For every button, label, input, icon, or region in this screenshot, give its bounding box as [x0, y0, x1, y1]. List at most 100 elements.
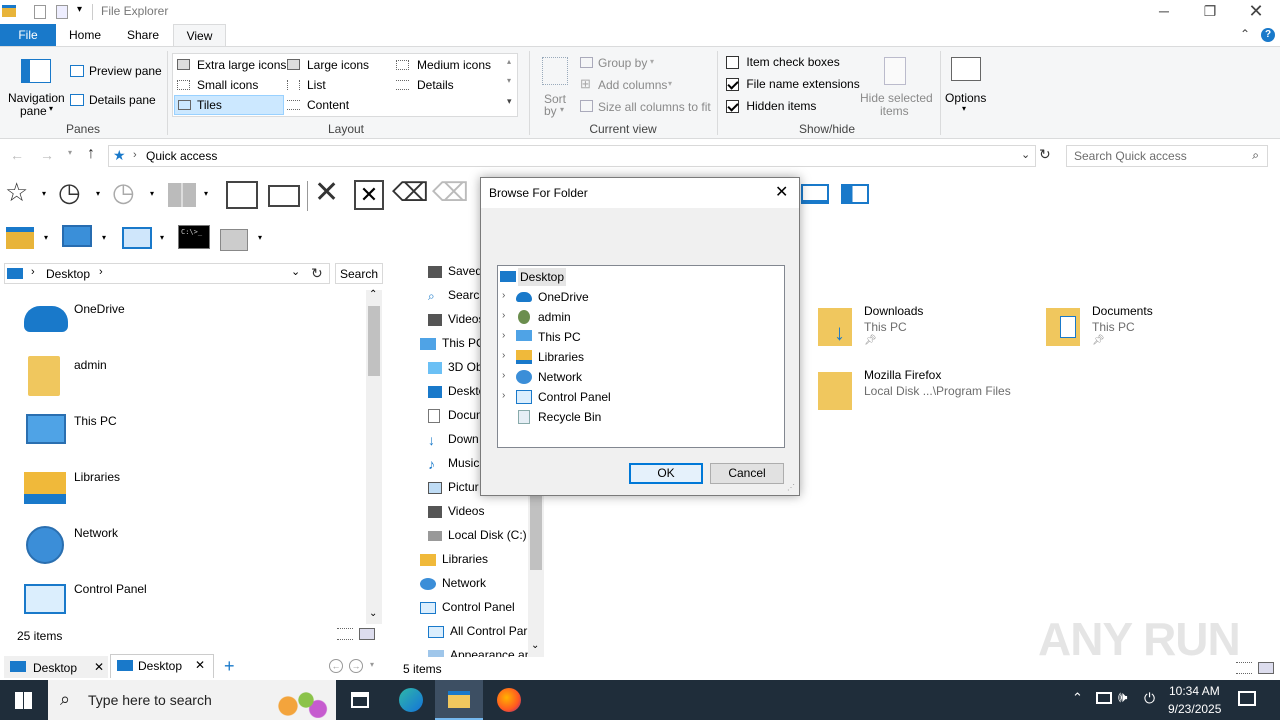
firefox-icon[interactable]	[497, 688, 521, 712]
cancel-button[interactable]: Cancel	[710, 463, 784, 484]
tree-item[interactable]: ♪ Music	[428, 456, 479, 471]
clock-icon[interactable]: ◷	[58, 177, 81, 208]
back-circle-icon[interactable]: ←	[329, 659, 343, 673]
task-view-icon[interactable]	[351, 692, 369, 708]
chevron-down-icon[interactable]: ▾	[258, 233, 262, 242]
computer-icon[interactable]	[62, 225, 92, 247]
tab-file[interactable]: File	[0, 24, 56, 46]
tree-item[interactable]: Network	[420, 576, 486, 590]
tree-node[interactable]: Recycle Bin	[498, 407, 784, 427]
list-item[interactable]: admin	[22, 356, 342, 406]
file-name-extensions-checkbox[interactable]	[726, 78, 739, 92]
tree-item[interactable]: All Control Par	[428, 624, 527, 638]
expand-icon[interactable]: ›	[502, 370, 505, 381]
tree-item[interactable]: Videos	[428, 312, 484, 326]
tree-item[interactable]: Pictur	[428, 480, 479, 494]
backspace-icon[interactable]: ⌫	[392, 177, 429, 208]
tree-node[interactable]: › OneDrive	[498, 287, 784, 307]
refresh-icon[interactable]: ↻	[311, 265, 323, 282]
tree-item[interactable]: Local Disk (C:)	[428, 528, 527, 542]
expand-icon[interactable]: ›	[502, 310, 505, 321]
notifications-icon[interactable]	[1238, 691, 1256, 706]
tree-item[interactable]: 3D Ob	[428, 360, 483, 374]
dual-pane-icon[interactable]	[841, 184, 869, 204]
volume-icon[interactable]: 🕪︎	[1118, 689, 1127, 706]
taskbar-explorer[interactable]	[435, 680, 483, 720]
folder-icon[interactable]	[6, 227, 34, 249]
refresh-icon[interactable]: ↻	[1039, 146, 1051, 163]
star-icon[interactable]: ☆	[5, 177, 28, 208]
details-view-icon[interactable]	[337, 628, 353, 640]
tree-item[interactable]: Appearance an	[428, 648, 531, 657]
chevron-down-icon[interactable]: ▾	[160, 233, 164, 242]
expand-icon[interactable]: ›	[502, 350, 505, 361]
scroll-down-icon[interactable]: ⌄	[369, 608, 377, 619]
breadcrumb[interactable]: Quick access	[146, 149, 217, 163]
recent-locations-icon[interactable]: ▾	[68, 148, 72, 157]
tiles-view-icon[interactable]	[359, 628, 375, 640]
address-dropdown-icon[interactable]: ⌄	[1021, 148, 1030, 161]
close-tab-icon[interactable]: ✕	[195, 658, 205, 672]
nav-tree-scrollbar[interactable]: ⌄	[528, 496, 544, 657]
chevron-down-icon[interactable]: ▾	[44, 233, 48, 242]
new-tab-icon[interactable]: +	[224, 656, 235, 677]
forward-icon[interactable]: →	[40, 147, 54, 163]
dialog-close-icon[interactable]: ✕	[775, 182, 788, 202]
scroll-thumb[interactable]	[368, 306, 380, 376]
details-view-icon[interactable]	[1236, 662, 1252, 674]
close-button[interactable]: ✕	[1233, 0, 1279, 24]
search-input[interactable]: Search Quick access ⌕	[1066, 145, 1268, 167]
scroll-up-icon[interactable]: ⌃	[369, 289, 377, 300]
tree-item[interactable]: ↓ Down	[428, 432, 479, 447]
resize-grip-icon[interactable]: ⋰	[787, 483, 795, 492]
customize-qat-icon[interactable]: ▾	[77, 4, 82, 15]
up-icon[interactable]: ↑	[87, 145, 95, 163]
hidden-items-toggle[interactable]: Hidden items	[726, 99, 816, 114]
list-item[interactable]: This PC	[22, 412, 342, 462]
tree-item[interactable]: ⌕ Search	[428, 288, 486, 302]
power-icon[interactable]: ⏻︎	[1144, 690, 1155, 707]
tree-node[interactable]: › Network	[498, 367, 784, 387]
taskbar-search[interactable]: ⌕ Type here to search	[48, 680, 336, 720]
windows-features-icon[interactable]	[220, 229, 248, 251]
address-box[interactable]: ★ › Quick access ⌄	[108, 145, 1036, 167]
navigation-pane-button[interactable]: Navigation pane ▾	[6, 55, 66, 119]
restore-window-icon[interactable]	[268, 185, 300, 207]
new-folder-icon[interactable]	[56, 5, 68, 19]
tree-item[interactable]: Docum	[428, 408, 486, 423]
single-pane-icon[interactable]	[801, 184, 829, 204]
properties-icon[interactable]	[34, 5, 46, 19]
tree-node[interactable]: › admin	[498, 307, 784, 327]
scroll-thumb[interactable]	[530, 496, 542, 570]
hide-selected-items-button[interactable]: Hide selected items	[858, 55, 933, 119]
close-tab-icon[interactable]: ✕	[94, 660, 104, 674]
list-item[interactable]: OneDrive	[22, 300, 342, 350]
chevron-down-icon[interactable]: ▾	[96, 189, 100, 198]
file-name-extensions-toggle[interactable]: File name extensions	[726, 77, 860, 92]
tree-item[interactable]: Deskto	[428, 384, 485, 398]
chevron-down-icon[interactable]: ▾	[370, 660, 374, 669]
bottom-tab-active[interactable]: Desktop ✕	[110, 654, 214, 678]
maximize-button[interactable]: ❐	[1187, 0, 1233, 24]
file-tile[interactable]: Documents This PC 📌︎	[1042, 302, 1262, 356]
expand-icon[interactable]: ›	[502, 290, 505, 301]
forward-circle-icon[interactable]: →	[349, 659, 363, 673]
minimize-button[interactable]: ─	[1141, 0, 1187, 24]
collapse-ribbon-icon[interactable]: ⌃	[1240, 27, 1250, 41]
layout-tiles[interactable]: Tiles	[174, 95, 284, 115]
gallery-scroll-up-icon[interactable]: ▴	[507, 57, 511, 66]
left-pane-address[interactable]: › Desktop › ⌄	[4, 263, 330, 284]
start-icon[interactable]	[15, 692, 32, 709]
expand-icon[interactable]: ›	[502, 390, 505, 401]
address-dropdown-icon[interactable]: ⌄	[291, 265, 300, 278]
item-check-boxes-toggle[interactable]: Item check boxes	[726, 55, 840, 70]
tree-node[interactable]: › Control Panel	[498, 387, 784, 407]
help-icon[interactable]: ?	[1261, 28, 1275, 42]
tree-node[interactable]: › This PC	[498, 327, 784, 347]
tree-item[interactable]: Libraries	[420, 552, 488, 566]
clock-date[interactable]: 9/23/2025	[1168, 702, 1221, 716]
close-icon[interactable]: ✕	[314, 175, 339, 210]
expand-icon[interactable]: ›	[502, 330, 505, 341]
tree-item[interactable]: Videos	[428, 504, 484, 518]
backspace-disabled-icon[interactable]: ⌫	[432, 177, 469, 208]
